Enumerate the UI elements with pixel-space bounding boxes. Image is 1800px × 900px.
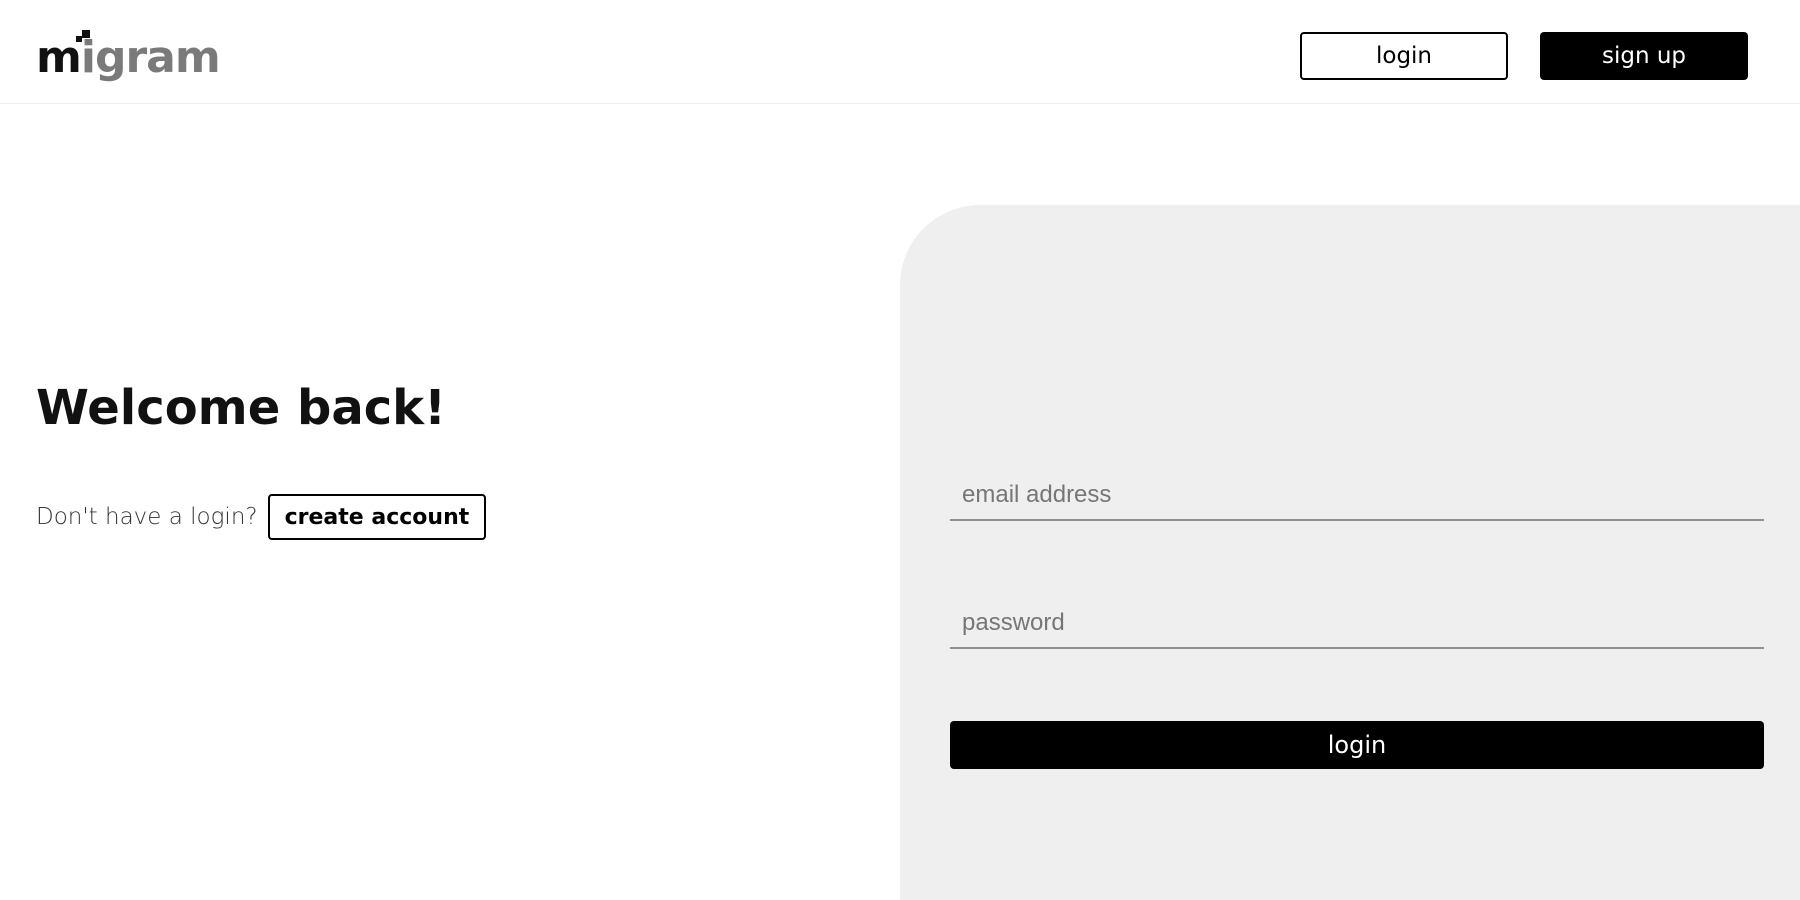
password-field [950,599,1764,649]
login-submit-button[interactable]: login [950,721,1764,769]
top-navigation-bar: m igram login sign up [0,0,1800,104]
header-login-button[interactable]: login [1300,32,1508,80]
welcome-heading: Welcome back! [36,380,446,436]
logo-tick-mark [76,36,82,42]
signup-prompt-text: Don't have a login? [36,504,258,530]
email-field [950,471,1764,521]
email-input[interactable] [950,471,1764,519]
header-signup-button[interactable]: sign up [1540,32,1748,80]
create-account-button[interactable]: create account [267,494,487,540]
migram-logo[interactable]: m igram [36,26,221,83]
logo-text-light: igram [80,32,221,83]
login-form-panel: login [900,205,1800,900]
logo-text-dark: m [36,32,82,83]
logo-dot-mark [82,30,90,38]
password-input[interactable] [950,599,1764,647]
create-account-row: Don't have a login? create account [36,494,487,540]
